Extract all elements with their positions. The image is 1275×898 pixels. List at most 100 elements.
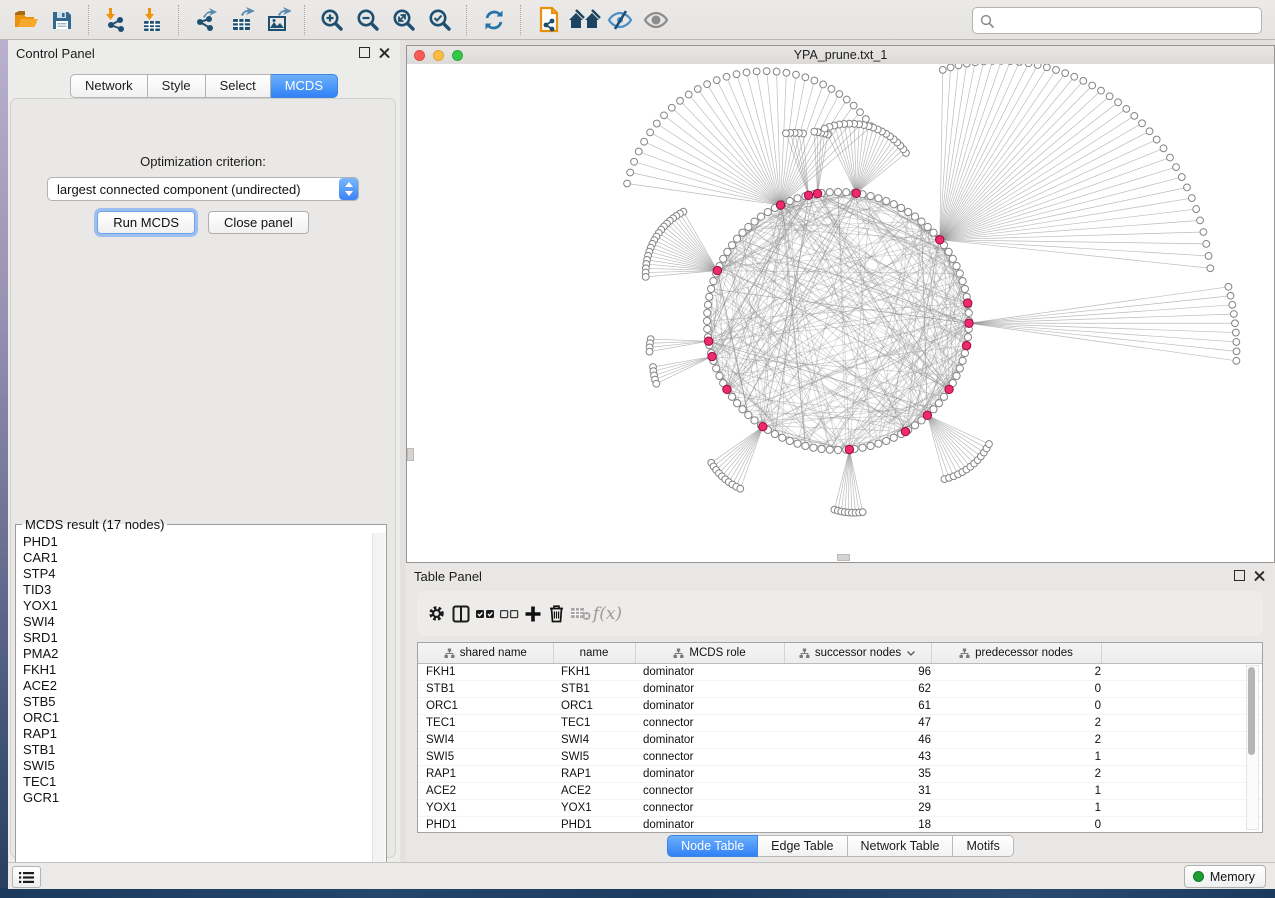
zoom-in-button[interactable] bbox=[314, 4, 350, 36]
close-panel-icon[interactable] bbox=[379, 47, 390, 58]
close-panel-icon[interactable] bbox=[1254, 570, 1265, 581]
table-row[interactable]: ACE2ACE2connector311 bbox=[418, 783, 1263, 800]
home-view-button[interactable] bbox=[566, 4, 602, 36]
table-panel-header: Table Panel bbox=[406, 563, 1275, 589]
toolbar-separator bbox=[466, 5, 468, 35]
tab-node-table[interactable]: Node Table bbox=[667, 835, 758, 857]
unselect-all-button[interactable] bbox=[497, 599, 520, 629]
export-table-button[interactable] bbox=[224, 4, 260, 36]
export-image-button[interactable] bbox=[260, 4, 296, 36]
list-item[interactable]: SWI5 bbox=[23, 758, 372, 774]
zoom-fit-button[interactable] bbox=[386, 4, 422, 36]
run-mcds-button[interactable]: Run MCDS bbox=[97, 211, 195, 234]
tab-motifs[interactable]: Motifs bbox=[953, 835, 1013, 857]
list-item[interactable]: STB5 bbox=[23, 694, 372, 710]
tab-edge-table[interactable]: Edge Table bbox=[758, 835, 847, 857]
task-history-button[interactable] bbox=[12, 866, 41, 888]
sort-descending-icon bbox=[906, 650, 916, 657]
application-window: Control Panel Network Style Select MCDS … bbox=[0, 0, 1275, 898]
search-input[interactable] bbox=[998, 10, 1261, 32]
add-column-button[interactable] bbox=[521, 599, 544, 629]
list-item[interactable]: SRD1 bbox=[23, 630, 372, 646]
export-network-button[interactable] bbox=[188, 4, 224, 36]
network-from-file-button[interactable] bbox=[530, 4, 566, 36]
open-file-button[interactable] bbox=[8, 4, 44, 36]
delete-table-icon bbox=[570, 606, 591, 621]
table-row[interactable]: PHD1PHD1dominator180 bbox=[418, 817, 1263, 834]
list-item[interactable]: ORC1 bbox=[23, 710, 372, 726]
list-item[interactable]: GCR1 bbox=[23, 790, 372, 806]
criterion-dropdown[interactable]: largest connected component (undirected) bbox=[47, 177, 359, 201]
splitter-handle-horizontal[interactable] bbox=[837, 554, 850, 561]
plus-icon bbox=[524, 605, 542, 623]
table-settings-button[interactable] bbox=[425, 599, 448, 629]
refresh-button[interactable] bbox=[476, 4, 512, 36]
import-network-button[interactable] bbox=[98, 4, 134, 36]
save-session-button[interactable] bbox=[44, 4, 80, 36]
delete-table-button[interactable] bbox=[569, 599, 592, 629]
tab-style[interactable]: Style bbox=[148, 74, 206, 98]
scrollbar-thumb[interactable] bbox=[1248, 667, 1255, 755]
memory-button[interactable]: Memory bbox=[1184, 865, 1266, 888]
table-row[interactable]: YOX1YOX1connector291 bbox=[418, 800, 1263, 817]
list-scrollbar[interactable] bbox=[372, 533, 385, 887]
close-panel-button[interactable]: Close panel bbox=[208, 211, 309, 234]
column-header-mcds-role[interactable]: MCDS role bbox=[635, 643, 784, 664]
column-header-name[interactable]: name bbox=[553, 643, 635, 664]
import-network-icon bbox=[103, 7, 129, 33]
apply-function-button[interactable]: f(x) bbox=[593, 599, 616, 629]
dropdown-stepper-icon bbox=[339, 178, 358, 200]
tab-network[interactable]: Network bbox=[70, 74, 148, 98]
tab-network-table[interactable]: Network Table bbox=[848, 835, 954, 857]
network-graph[interactable] bbox=[407, 64, 1274, 562]
tab-select[interactable]: Select bbox=[206, 74, 271, 98]
show-all-button[interactable] bbox=[638, 4, 674, 36]
splitter-handle-vertical[interactable] bbox=[407, 448, 414, 461]
column-header-predecessor-nodes[interactable]: predecessor nodes bbox=[931, 643, 1101, 664]
show-columns-button[interactable] bbox=[449, 599, 472, 629]
list-item[interactable]: TEC1 bbox=[23, 774, 372, 790]
list-item[interactable]: STB1 bbox=[23, 742, 372, 758]
table-row[interactable]: FKH1FKH1dominator962 bbox=[418, 664, 1263, 681]
table-scrollbar[interactable] bbox=[1246, 665, 1259, 830]
column-header-filler bbox=[1101, 643, 1263, 664]
float-panel-icon[interactable] bbox=[1234, 570, 1245, 581]
table-row[interactable]: TEC1TEC1connector472 bbox=[418, 715, 1263, 732]
status-bar: Memory bbox=[8, 862, 1275, 889]
column-header-shared-name[interactable]: shared name bbox=[418, 643, 553, 664]
zoom-out-button[interactable] bbox=[350, 4, 386, 36]
select-all-button[interactable] bbox=[473, 599, 496, 629]
list-item[interactable]: YOX1 bbox=[23, 598, 372, 614]
toolbar-separator bbox=[520, 5, 522, 35]
zoom-selected-button[interactable] bbox=[422, 4, 458, 36]
list-item[interactable]: RAP1 bbox=[23, 726, 372, 742]
import-table-button[interactable] bbox=[134, 4, 170, 36]
eye-icon bbox=[642, 8, 670, 32]
table-row[interactable]: STB1STB1dominator620 bbox=[418, 681, 1263, 698]
list-item[interactable]: FKH1 bbox=[23, 662, 372, 678]
hide-selected-button[interactable] bbox=[602, 4, 638, 36]
table-header-row: shared name name MCDS role successor nod… bbox=[418, 643, 1263, 664]
tab-mcds[interactable]: MCDS bbox=[271, 74, 338, 98]
list-item[interactable]: TID3 bbox=[23, 582, 372, 598]
export-network-icon bbox=[193, 7, 219, 33]
table-row[interactable]: ORC1ORC1dominator610 bbox=[418, 698, 1263, 715]
network-titlebar[interactable]: YPA_prune.txt_1 bbox=[407, 46, 1274, 65]
list-item[interactable]: PHD1 bbox=[23, 534, 372, 550]
table-row[interactable]: SWI4SWI4dominator462 bbox=[418, 732, 1263, 749]
org-chart-icon bbox=[799, 648, 810, 659]
list-icon bbox=[19, 871, 34, 884]
table-row[interactable]: SWI5SWI5connector431 bbox=[418, 749, 1263, 766]
list-item[interactable]: PMA2 bbox=[23, 646, 372, 662]
table-row[interactable]: RAP1RAP1dominator352 bbox=[418, 766, 1263, 783]
column-header-successor-nodes[interactable]: successor nodes bbox=[784, 643, 931, 664]
list-item[interactable]: CAR1 bbox=[23, 550, 372, 566]
list-item[interactable]: STP4 bbox=[23, 566, 372, 582]
delete-column-button[interactable] bbox=[545, 599, 568, 629]
float-panel-icon[interactable] bbox=[359, 47, 370, 58]
mcds-result-list[interactable]: PHD1 CAR1 STP4 TID3 YOX1 SWI4 SRD1 PMA2 … bbox=[17, 534, 372, 887]
list-item[interactable]: SWI4 bbox=[23, 614, 372, 630]
network-canvas[interactable] bbox=[407, 64, 1274, 562]
list-item[interactable]: ACE2 bbox=[23, 678, 372, 694]
desktop-wallpaper-bottom bbox=[0, 888, 1275, 898]
